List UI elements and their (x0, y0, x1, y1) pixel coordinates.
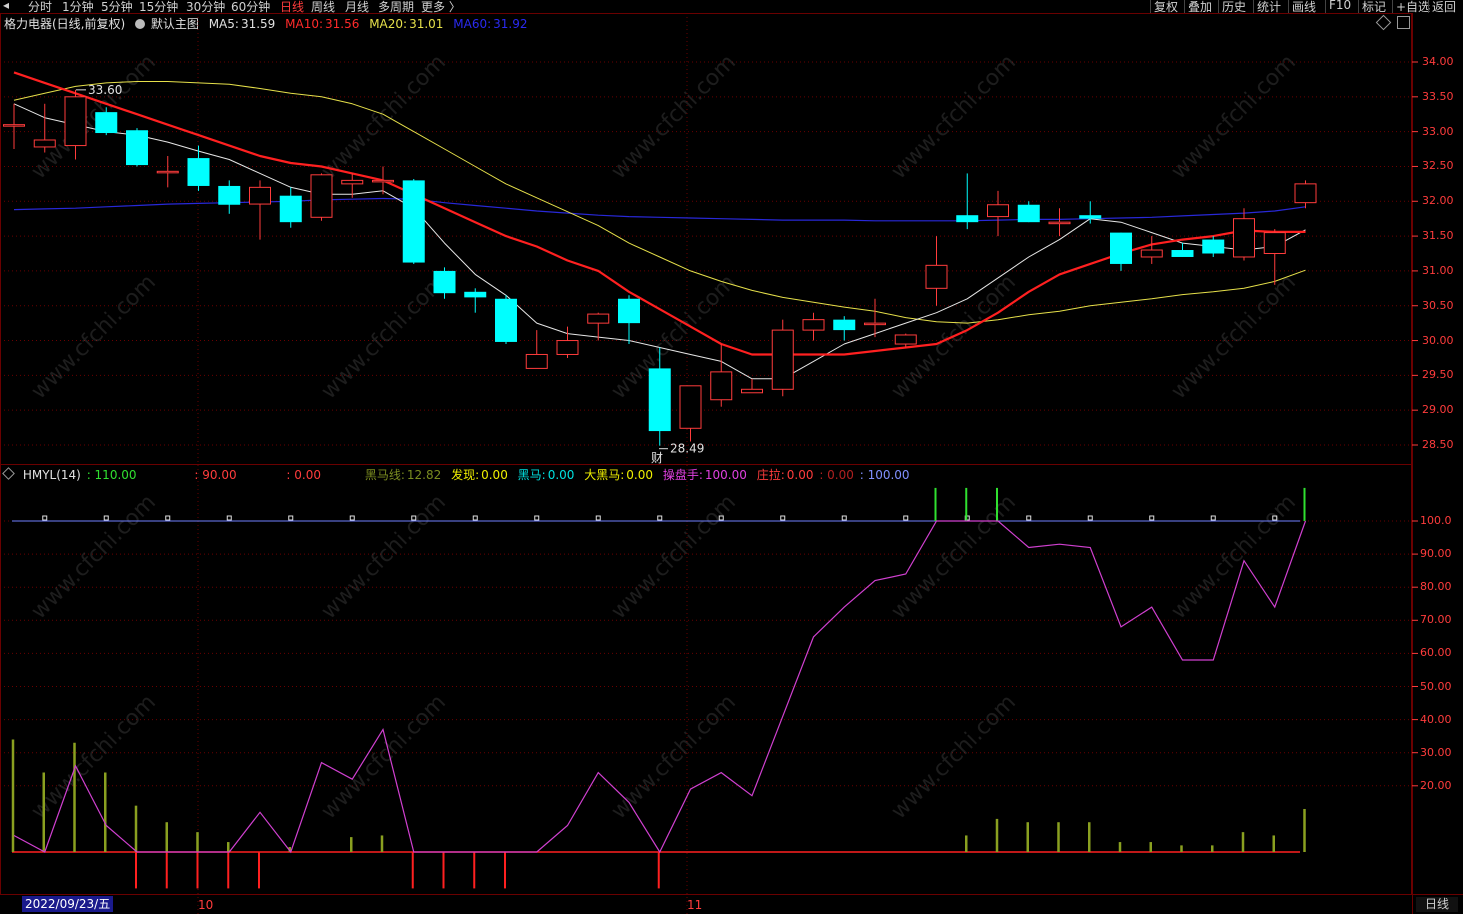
indicator-tick-marker (226, 515, 232, 521)
indicator-tick-marker (595, 515, 601, 521)
candle-body-down (218, 185, 241, 205)
candle-body-down (833, 319, 856, 331)
candle-body-up (987, 204, 1009, 218)
candle-body-down (956, 215, 979, 223)
indicator-axis: 100.0 90.00 80.00 70.00 60.00 50.00 40.00 30.00… (1412, 0, 1463, 900)
candle-body-down (1202, 239, 1225, 254)
indicator-tick-marker (42, 515, 48, 521)
candle-body-up (249, 186, 271, 205)
indicator-tick-label: 30.00 (1420, 745, 1452, 759)
candle-body-up (3, 124, 25, 127)
indicator-tick-label: 100.0 (1420, 514, 1452, 527)
indicator-tick-label: 20.00 (1420, 778, 1452, 792)
candle-body-down (1079, 215, 1102, 219)
indicator-tick-label: 40.00 (1420, 712, 1452, 726)
indicator-tick-marker (534, 515, 540, 521)
indicator-tick-label: 50.00 (1420, 679, 1452, 693)
watermark-text: www.cfchi.com (27, 270, 161, 404)
indicator-tick-marker (657, 515, 663, 521)
candle-body-down (126, 130, 148, 166)
watermark-text: www.cfchi.com (1167, 490, 1301, 624)
watermark-text: www.cfchi.com (27, 690, 161, 824)
indicator-tick-marker (1087, 515, 1093, 521)
month-label-10: 10 (198, 898, 214, 912)
watermark-text: www.cfchi.com (317, 490, 451, 624)
period-button-day[interactable]: 日线 (1416, 897, 1458, 912)
candle-body-down (402, 180, 425, 263)
candle-body-down (279, 195, 302, 223)
ma60-line (13, 197, 1306, 222)
candle-body-down (95, 112, 118, 134)
candle-body-up (1233, 218, 1255, 258)
finance-event-marker: 财 (651, 451, 663, 465)
candle-body-up (925, 264, 948, 289)
indicator-tick-marker (349, 515, 355, 521)
candle-body-down (464, 291, 487, 298)
candle-body-down (1110, 232, 1132, 264)
candle-body-up (341, 179, 364, 185)
indicator-tick-label: 90.00 (1420, 547, 1452, 561)
indicator-tick-marker (1149, 515, 1155, 521)
candle-body-down (648, 368, 671, 432)
watermark-text: www.cfchi.com (1167, 270, 1301, 404)
candle-body-up (525, 353, 548, 369)
watermark-text: www.cfchi.com (607, 50, 741, 184)
low-price-label: 28.49 (670, 442, 704, 456)
cursor-date: 2022/09/23/五 (22, 896, 114, 912)
candle-body-up (710, 371, 733, 401)
watermark-text: www.cfchi.com (317, 270, 451, 404)
indicator-tick-marker (472, 515, 478, 521)
watermark-text: www.cfchi.com (317, 690, 451, 824)
candle-body-down (618, 298, 640, 324)
indicator-tick-marker (165, 515, 171, 521)
candle-body-up (1294, 183, 1317, 204)
candle-body-down (433, 270, 456, 294)
indicator-tick-marker (103, 515, 109, 521)
candle-body-up (741, 388, 763, 394)
candle-body-up (894, 334, 917, 345)
candle-body-down (1017, 204, 1040, 223)
candle-body-up (556, 340, 579, 355)
candle-body-up (1140, 249, 1163, 258)
watermark-text: www.cfchi.com (607, 690, 741, 824)
high-price-label: 33.60 (88, 83, 122, 97)
watermark-text: www.cfchi.com (317, 50, 451, 184)
candle-body-up (679, 385, 702, 429)
watermark-text: www.cfchi.com (27, 490, 161, 624)
candle-body-down (187, 158, 210, 186)
candle-body-up (310, 174, 333, 218)
candle-body-up (156, 170, 179, 174)
kline-chart[interactable]: www.cfchi.com www.cfchi.com www.cfchi.com w… (0, 0, 1463, 914)
candle-body-up (64, 96, 87, 147)
candle-body-up (372, 179, 394, 183)
indicator-tick-marker (903, 515, 909, 521)
indicator-tick-marker (1026, 515, 1032, 521)
candle-body-down (1171, 250, 1194, 257)
indicator-tick-marker (288, 515, 294, 521)
candle-body-up (587, 313, 610, 324)
indicator-tick-marker (780, 515, 786, 521)
candle-body-up (1263, 232, 1286, 254)
candle-body-up (33, 139, 56, 148)
indicator-tick-label: 60.00 (1420, 646, 1452, 660)
indicator-tick-marker (1210, 515, 1216, 521)
watermark-text: www.cfchi.com (607, 490, 741, 624)
month-label-11: 11 (687, 898, 703, 912)
candle-body-down (495, 298, 517, 342)
watermark-text: www.cfchi.com (1167, 50, 1301, 184)
watermark-text: www.cfchi.com (887, 50, 1021, 184)
candle-body-up (864, 322, 886, 326)
watermark-text: www.cfchi.com (887, 490, 1021, 624)
watermark-text: www.cfchi.com (887, 690, 1021, 824)
candle-body-up (1048, 221, 1071, 225)
indicator-tick-marker (841, 515, 847, 521)
candle-body-up (802, 319, 825, 331)
indicator-tick-label: 70.00 (1420, 613, 1452, 627)
indicator-tick-label: 80.00 (1420, 580, 1452, 594)
candle-body-up (771, 329, 794, 390)
